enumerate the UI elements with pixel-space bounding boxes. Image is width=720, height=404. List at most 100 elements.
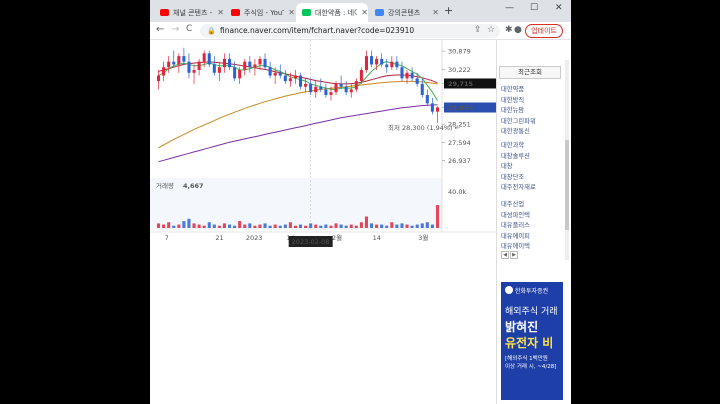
candle-body [182, 56, 186, 62]
candle-body [157, 75, 161, 82]
candle-body [253, 64, 257, 68]
volume-bar [228, 224, 232, 228]
recent-stock-item[interactable]: 대창 [501, 161, 513, 170]
tab-channel-content[interactable]: 채널 콘텐츠 - ✕ [154, 3, 224, 22]
volume-bar [395, 224, 399, 228]
volume-bar [187, 218, 191, 228]
volume-bar [299, 224, 303, 228]
recent-stock-item[interactable]: 대한방직 [501, 95, 524, 104]
candle-body [273, 72, 277, 76]
maximize-button[interactable]: ☐ [530, 3, 538, 13]
volume-bar [157, 223, 161, 228]
volume-bar [258, 224, 262, 228]
tab-youtube[interactable]: 주식임 - YouTu ✕ [225, 3, 295, 22]
candle-body [390, 61, 394, 68]
candle-body [380, 58, 384, 65]
candle-body [192, 70, 196, 73]
recent-stock-item[interactable]: 대주전자재료 [501, 182, 536, 191]
candle-body [314, 86, 318, 93]
candle-body [162, 67, 166, 76]
recent-stock-item[interactable]: 대유에이텍 [501, 241, 530, 250]
x-tick-label: 21 [215, 234, 223, 242]
stock-chart[interactable]: 거래량4,66740.0k30,87930,22229,71528,85028,… [150, 40, 496, 250]
ad-line1: 해외주식 거래 [505, 307, 558, 317]
recent-stock-item[interactable]: 대성파인텍 [501, 210, 530, 219]
recent-stock-item[interactable]: 대한과학 [501, 140, 524, 149]
chart-canvas[interactable]: 거래량4,66740.0k30,87930,22229,71528,85028,… [150, 40, 496, 250]
share-icon[interactable]: ⇪ [474, 25, 482, 35]
recent-stock-item[interactable]: 대창단조 [501, 172, 524, 181]
next-page-button[interactable]: ▶ [510, 251, 518, 259]
back-button[interactable]: ← [156, 24, 164, 35]
bookmark-star-icon[interactable]: ☆ [487, 25, 495, 35]
x-tick-label: 3월 [418, 233, 428, 242]
close-window-button[interactable]: ✕ [555, 3, 563, 13]
update-button[interactable]: 업데이트 [525, 24, 563, 38]
close-tab-icon[interactable]: ✕ [217, 8, 224, 17]
recent-stock-item[interactable]: 대한광통신 [501, 126, 530, 135]
extensions-icon[interactable]: ✱ [505, 25, 513, 35]
candle-body [243, 61, 247, 70]
ad-banner[interactable]: 한화투자증권 해외주식 거래 밝혀진 유전자 비 [해외주식 1백만원 이상 거… [501, 282, 563, 400]
prev-page-button[interactable]: ◀ [501, 251, 509, 259]
lock-icon: 🔒 [207, 27, 216, 35]
candle-body [299, 75, 303, 87]
candle-body [248, 61, 252, 68]
minimize-button[interactable]: — [505, 3, 514, 13]
recent-stock-item[interactable]: 대한뉴팜 [501, 105, 524, 114]
recent-stock-item[interactable]: 대유플러스 [501, 220, 530, 229]
new-tab-button[interactable]: + [444, 4, 453, 17]
volume-bar [177, 224, 181, 228]
crosshair-date: 2023-02-08 [292, 238, 330, 246]
recent-stock-item[interactable]: 대창솔루션 [501, 151, 530, 160]
candle-body [309, 83, 313, 93]
left-letterbox [0, 0, 150, 404]
x-tick-label: 2023 [246, 234, 263, 242]
volume-bar [349, 224, 353, 228]
volume-bar [334, 223, 338, 228]
candle-body [319, 86, 323, 90]
address-bar[interactable]: 🔒 finance.naver.com/item/fchart.naver?co… [200, 24, 500, 38]
tab-title: 대한약품 : 네이 [315, 8, 358, 17]
panel-scrollbar-thumb[interactable] [565, 140, 569, 230]
forward-button[interactable]: → [171, 24, 179, 35]
volume-bar [202, 225, 206, 228]
volume-bar [162, 224, 166, 228]
volume-bar [217, 225, 221, 228]
volume-bar [273, 224, 277, 228]
volume-bar [288, 222, 292, 228]
candle-body [167, 61, 171, 68]
volume-bar [435, 205, 439, 228]
volume-bar [197, 224, 201, 228]
tab-lecture-content[interactable]: 강의콘텐츠 ✕ [369, 3, 439, 22]
right-letterbox [571, 0, 720, 404]
candle-body [278, 72, 282, 76]
recent-stock-item[interactable]: 대한약품 [501, 84, 524, 93]
recent-stock-item[interactable]: 대한그린파워 [501, 116, 536, 125]
volume-bar [212, 224, 216, 228]
recent-stock-item[interactable]: 대유에이피 [501, 231, 530, 240]
candle-body [238, 70, 242, 79]
candle-body [233, 67, 237, 79]
panel-title: 최근조회 [499, 66, 561, 79]
volume-bar [314, 224, 318, 228]
recent-stock-item[interactable]: 대주산업 [501, 199, 524, 208]
volume-bar [248, 223, 252, 228]
volume-bar [405, 224, 409, 228]
profile-avatar[interactable]: ● [514, 25, 522, 35]
candle-body [344, 86, 348, 93]
volume-bar [243, 224, 247, 228]
youtube-icon [231, 9, 240, 16]
close-tab-icon[interactable]: ✕ [361, 8, 368, 17]
candle-body [293, 75, 297, 79]
reload-button[interactable]: C [186, 24, 192, 34]
close-tab-icon[interactable]: ✕ [288, 8, 295, 17]
close-tab-icon[interactable]: ✕ [432, 8, 439, 17]
volume-bar [390, 222, 394, 228]
tab-naver-finance[interactable]: 대한약품 : 네이 ✕ [296, 3, 368, 22]
volume-bar [192, 223, 196, 228]
candle-body [304, 83, 308, 87]
price-tag-lower: 28,850 [448, 104, 474, 112]
url-text: finance.naver.com/item/fchart.naver?code… [220, 26, 415, 35]
candle-body [324, 89, 328, 95]
